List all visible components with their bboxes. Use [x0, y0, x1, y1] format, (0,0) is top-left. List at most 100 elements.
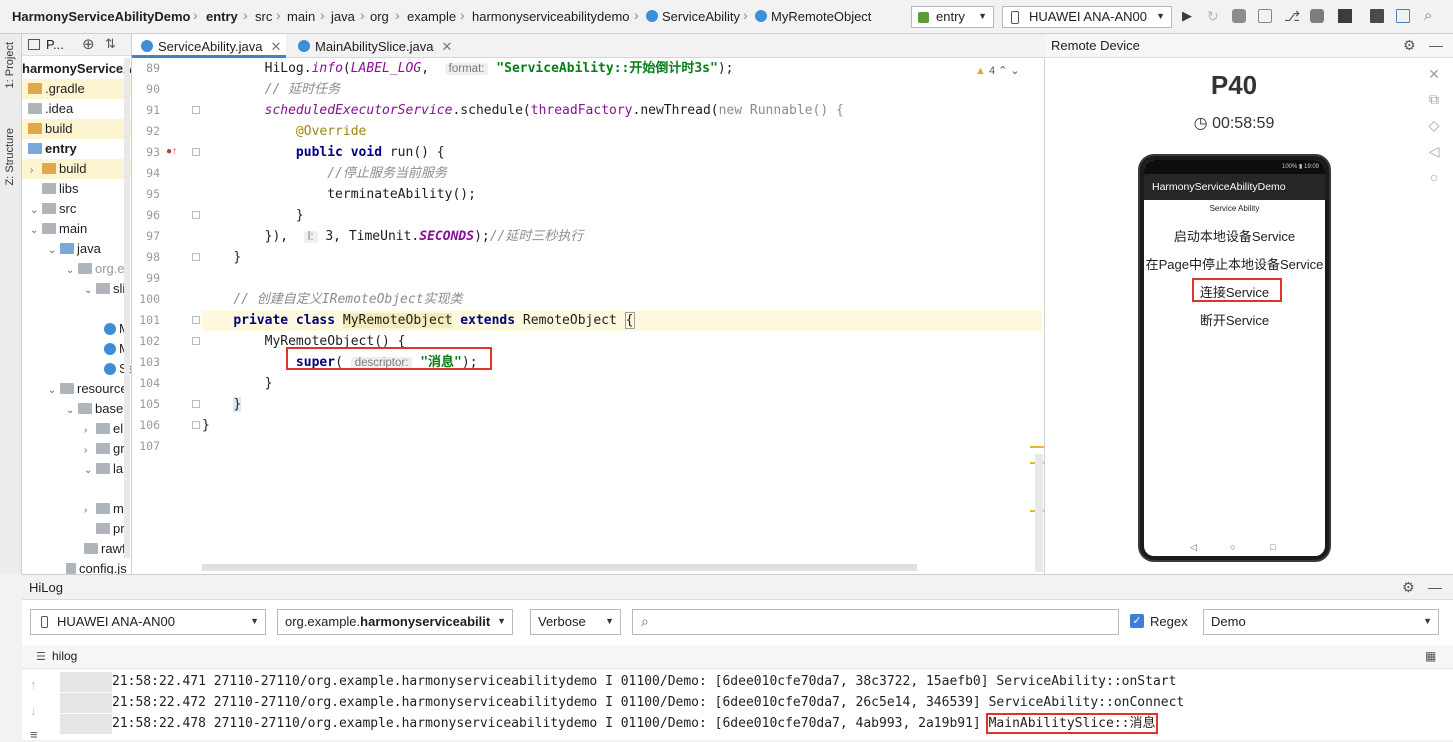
override-marker-icon[interactable]: ●↑ [166, 146, 177, 157]
tree-item-root[interactable]: harmonyServiceAbi [22, 59, 131, 79]
tree-item-graphic[interactable]: › gr [22, 439, 131, 459]
nav-home-icon[interactable]: ○ [1230, 542, 1235, 552]
nav-back-icon[interactable]: ◁ [1190, 542, 1197, 553]
breadcrumb-example[interactable]: example [407, 9, 456, 24]
fold-marker-icon[interactable] [192, 106, 200, 114]
hilog-filter-dropdown[interactable]: Demo ▼ [1203, 609, 1439, 635]
minimize-icon[interactable]: — [1428, 579, 1442, 595]
breadcrumb-org[interactable]: org [370, 9, 389, 24]
hilog-level-dropdown[interactable]: Verbose ▼ [530, 609, 621, 635]
hilog-search-input[interactable]: ⌕ [632, 609, 1119, 635]
tree-item-src[interactable]: ⌄ src [22, 199, 131, 219]
fold-marker-icon[interactable] [192, 148, 200, 156]
tree-item-java[interactable]: ⌄ java [22, 239, 131, 259]
tree-item-main[interactable]: ⌄ main [22, 219, 131, 239]
tree-item-entry[interactable]: entry [22, 139, 131, 159]
tree-item-element[interactable]: › el [22, 419, 131, 439]
start-local-service-button[interactable]: 启动本地设备Service [1144, 226, 1325, 245]
tree-item-package[interactable]: ⌄ org.e [22, 259, 131, 279]
tree-item-gradle[interactable]: .gradle [22, 79, 131, 99]
fold-marker-icon[interactable] [192, 421, 200, 429]
project-scrollbar[interactable] [124, 58, 130, 558]
nav-recent-icon[interactable]: □ [1270, 542, 1275, 552]
breadcrumb-project[interactable]: HarmonyServiceAbilityDemo [12, 9, 190, 24]
tree-item-idea[interactable]: .idea [22, 99, 131, 119]
back-icon[interactable]: ◁ [1427, 144, 1441, 158]
apply-changes-icon[interactable] [1310, 9, 1324, 23]
tree-item-entry-build[interactable]: › build [22, 159, 131, 179]
tree-item-config[interactable]: config.js [22, 559, 131, 574]
breadcrumb-package[interactable]: harmonyserviceabilitydemo [472, 9, 630, 24]
profile-icon[interactable]: ⎇ [1284, 9, 1300, 23]
editor-horizontal-scrollbar[interactable] [202, 564, 917, 571]
tree-item-layout[interactable]: ⌄ la [22, 459, 131, 479]
tree-item-base[interactable]: ⌄ base [22, 399, 131, 419]
log-output[interactable]: 21:58:22.471 27110-27110/org.example.har… [112, 671, 1452, 741]
search-everywhere-icon[interactable]: ⌕ [1424, 8, 1438, 23]
code-area[interactable]: HiLog.info(LABEL_LOG, format: "ServiceAb… [202, 58, 1042, 574]
scroll-up-icon[interactable]: ↑ [30, 677, 37, 692]
debug-icon[interactable] [1232, 9, 1246, 23]
rerun-icon[interactable]: ↻ [1207, 9, 1221, 23]
fold-marker-icon[interactable] [192, 400, 200, 408]
editor-tabs: ServiceAbility.java ✕ MainAbilitySlice.ja… [132, 34, 1045, 58]
breadcrumb-inner-class[interactable]: MyRemoteObject [771, 9, 871, 24]
breadcrumb-src[interactable]: src [255, 9, 272, 24]
close-icon[interactable]: ✕ [442, 39, 453, 54]
gear-icon[interactable]: ⚙ [1403, 37, 1416, 54]
device-manager-icon[interactable] [1396, 9, 1410, 23]
scroll-down-icon[interactable]: ↓ [30, 703, 37, 718]
editor-vertical-scrollbar[interactable] [1035, 454, 1043, 572]
tree-item-media[interactable]: › m [22, 499, 131, 519]
attach-debugger-icon[interactable] [1258, 9, 1272, 23]
gear-icon[interactable]: ⚙ [1402, 579, 1415, 596]
fold-marker-icon[interactable] [192, 253, 200, 261]
breadcrumb-class[interactable]: ServiceAbility [662, 9, 740, 24]
collapse-all-icon[interactable]: ⇅ [105, 36, 116, 52]
tree-item-profile[interactable]: pr [22, 519, 131, 539]
tree-item-resources[interactable]: ⌄ resource [22, 379, 131, 399]
tree-item-rawfile[interactable]: rawfi [22, 539, 131, 559]
minimize-icon[interactable]: — [1429, 37, 1443, 53]
close-icon[interactable]: ✕ [271, 39, 282, 54]
warning-stripe[interactable] [1030, 446, 1044, 448]
tab-serviceability[interactable]: ServiceAbility.java ✕ [132, 34, 286, 58]
hilog-package-dropdown[interactable]: org.example.harmonyserviceabilit ▼ [277, 609, 513, 635]
screenshot-icon[interactable]: ⧉ [1427, 92, 1441, 106]
rotate-icon[interactable]: ◇ [1427, 118, 1441, 132]
code-line: @Override [202, 121, 1042, 142]
layout-icon[interactable]: ▦ [1425, 649, 1436, 663]
tree-item-class[interactable]: M [22, 339, 131, 359]
tree-item-libs[interactable]: libs [22, 179, 131, 199]
hilog-device-dropdown[interactable]: HUAWEI ANA-AN00 ▼ [30, 609, 266, 635]
breadcrumb-main[interactable]: main [287, 9, 315, 24]
structure-tool-tab[interactable]: Z: Structure [4, 128, 16, 185]
fold-marker-icon[interactable] [192, 211, 200, 219]
tree-item-class[interactable]: Se [22, 359, 131, 379]
project-view-selector[interactable]: P... [46, 37, 64, 52]
line-number: 96 [146, 208, 160, 222]
fold-marker-icon[interactable] [192, 337, 200, 345]
fold-marker-icon[interactable] [192, 316, 200, 324]
breadcrumb-java[interactable]: java [331, 9, 355, 24]
regex-checkbox[interactable]: ✓ [1130, 614, 1144, 628]
phone-screen[interactable]: 100% ▮ 19:09 HarmonyServiceAbilityDemo S… [1144, 160, 1325, 556]
stop-icon[interactable] [1338, 9, 1352, 23]
tree-item-class[interactable]: M [22, 319, 131, 339]
close-icon[interactable]: ✕ [1427, 67, 1441, 81]
tree-item-slice[interactable]: ⌄ sli [22, 279, 131, 299]
project-tool-tab[interactable]: 1: Project [4, 42, 16, 88]
home-icon[interactable]: ○ [1427, 170, 1441, 184]
inspection-widget[interactable]: ▲ 4 ⌃ ⌄ [975, 64, 1020, 77]
device-dropdown[interactable]: HUAWEI ANA-AN00 ▼ [1002, 6, 1172, 28]
stop-local-service-button[interactable]: 在Page中停止本地设备Service [1144, 254, 1325, 273]
tree-item-build[interactable]: build [22, 119, 131, 139]
tab-mainabilityslice[interactable]: MainAbilitySlice.java ✕ [289, 34, 459, 58]
disconnect-service-button[interactable]: 断开Service [1144, 310, 1325, 329]
run-icon[interactable]: ▶ [1182, 9, 1196, 23]
run-config-dropdown[interactable]: entry ▼ [911, 6, 994, 28]
breadcrumb-entry[interactable]: entry [206, 9, 238, 24]
locate-icon[interactable]: ⊕ [82, 35, 95, 53]
hilog-tab-label[interactable]: hilog [52, 649, 77, 663]
project-structure-icon[interactable] [1370, 9, 1384, 23]
